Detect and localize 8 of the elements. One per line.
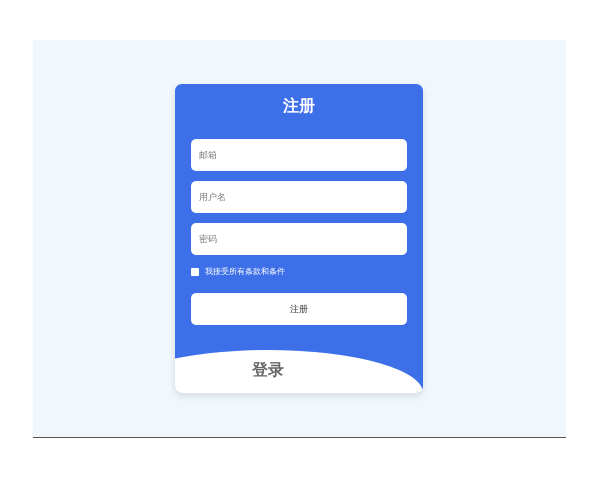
card-title: 注册 [283,96,315,116]
input-field[interactable]: 密码 [191,223,407,255]
input-field[interactable]: 用户名 [191,181,407,213]
checkbox[interactable] [191,268,199,276]
signup-button[interactable]: 注册 [191,293,407,325]
input-field[interactable]: 邮箱 [191,139,407,171]
checkbox-label: 我接受所有条款和条件 [205,266,285,277]
login-tab[interactable]: 登录 [175,350,423,393]
